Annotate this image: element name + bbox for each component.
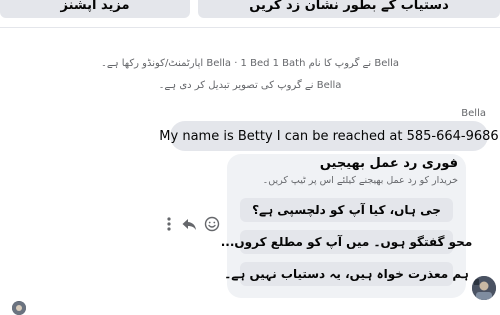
avatar xyxy=(12,301,26,315)
system-message-group-renamed: Bella نے گروپ کا نام Bella · 1 Bed 1 Bat… xyxy=(100,58,400,69)
more-options-button[interactable]: مزید آپشنز xyxy=(0,0,190,18)
quick-reply-interested-button[interactable]: جی ہاں، کیا آپ کو دلچسپی ہے؟ xyxy=(240,198,453,222)
quick-reply-unavailable-button[interactable]: ہم معذرت خواہ ہیں، یہ دستیاب نہیں ہے۔ xyxy=(224,262,469,286)
quick-replies-subtitle: خریدار کو رد عمل بھیجنے کیلئے اس پر ٹیپ … xyxy=(262,175,458,186)
avatar xyxy=(472,276,496,300)
system-message-photo-changed: Bella نے گروپ کی تصویر تبدیل کر دی ہے۔ xyxy=(158,80,342,91)
more-vertical-icon[interactable] xyxy=(161,216,177,232)
quick-replies-title: فوری رد عمل بھیجیں xyxy=(319,156,458,171)
message-bubble[interactable]: My name is Betty I can be reached at 585… xyxy=(159,121,499,151)
reply-arrow-icon[interactable] xyxy=(181,216,197,232)
sender-name: Bella xyxy=(461,108,486,119)
quick-reply-in-conversation-button[interactable]: محو گفتگو ہوں۔ میں آپ کو مطلع کروں... xyxy=(221,230,472,254)
header-divider xyxy=(0,27,500,28)
mark-unavailable-button[interactable]: دستیاب کے بطور نشان زد کریں xyxy=(198,0,500,18)
emoji-icon[interactable] xyxy=(204,216,220,232)
